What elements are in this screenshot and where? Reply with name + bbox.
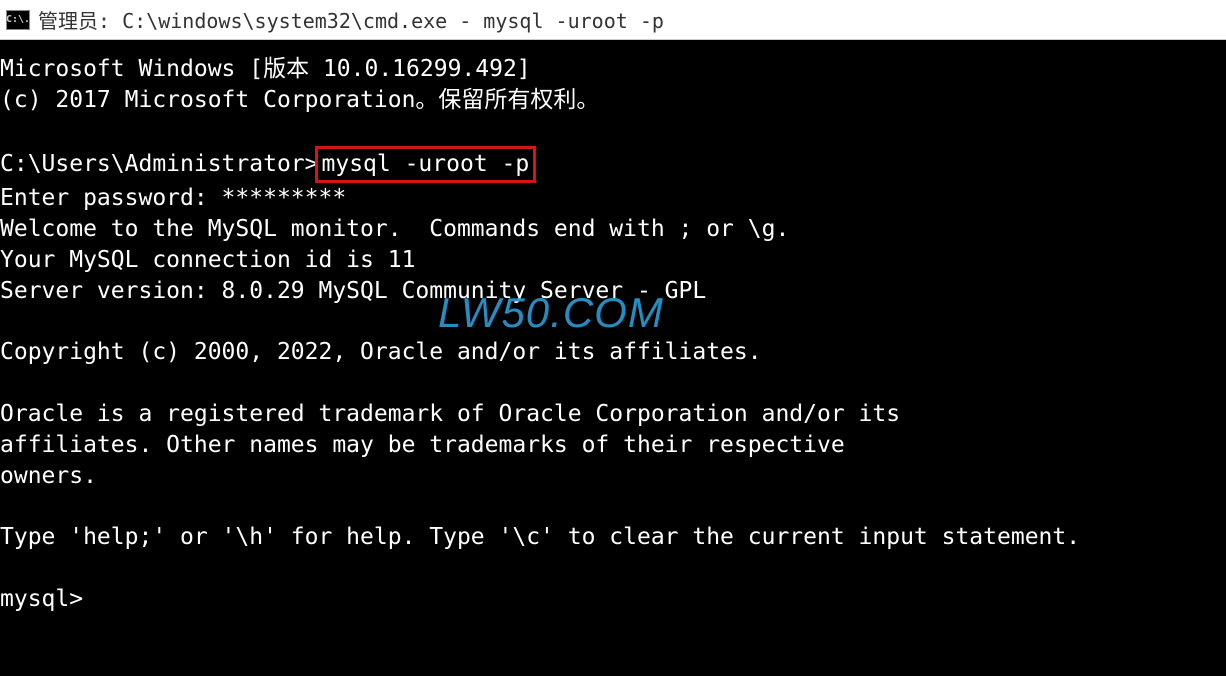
window-title-bar: C:\. 管理员: C:\windows\system32\cmd.exe - …: [0, 0, 1226, 40]
console-line: Oracle is a registered trademark of Orac…: [0, 401, 900, 427]
console-line: Type 'help;' or '\h' for help. Type '\c'…: [0, 524, 1080, 550]
cmd-icon: C:\.: [6, 10, 30, 30]
console-line: Enter password: *********: [0, 185, 346, 211]
console-line: Microsoft Windows [版本 10.0.16299.492]: [0, 56, 531, 82]
console-line: affiliates. Other names may be trademark…: [0, 432, 845, 458]
console-line: owners.: [0, 463, 97, 489]
cmd-icon-text: C:\.: [6, 14, 30, 25]
console-line: Copyright (c) 2000, 2022, Oracle and/or …: [0, 339, 762, 365]
mysql-prompt[interactable]: mysql>: [0, 586, 83, 612]
console-line: Server version: 8.0.29 MySQL Community S…: [0, 278, 706, 304]
console-prompt: C:\Users\Administrator>: [0, 151, 319, 177]
console-output[interactable]: Microsoft Windows [版本 10.0.16299.492] (c…: [0, 40, 1226, 676]
console-line: (c) 2017 Microsoft Corporation。保留所有权利。: [0, 87, 599, 113]
window-title: 管理员: C:\windows\system32\cmd.exe - mysql…: [38, 5, 664, 34]
console-line: Your MySQL connection id is 11: [0, 247, 415, 273]
console-line: Welcome to the MySQL monitor. Commands e…: [0, 216, 789, 242]
highlighted-command: mysql -uroot -p: [315, 146, 537, 183]
